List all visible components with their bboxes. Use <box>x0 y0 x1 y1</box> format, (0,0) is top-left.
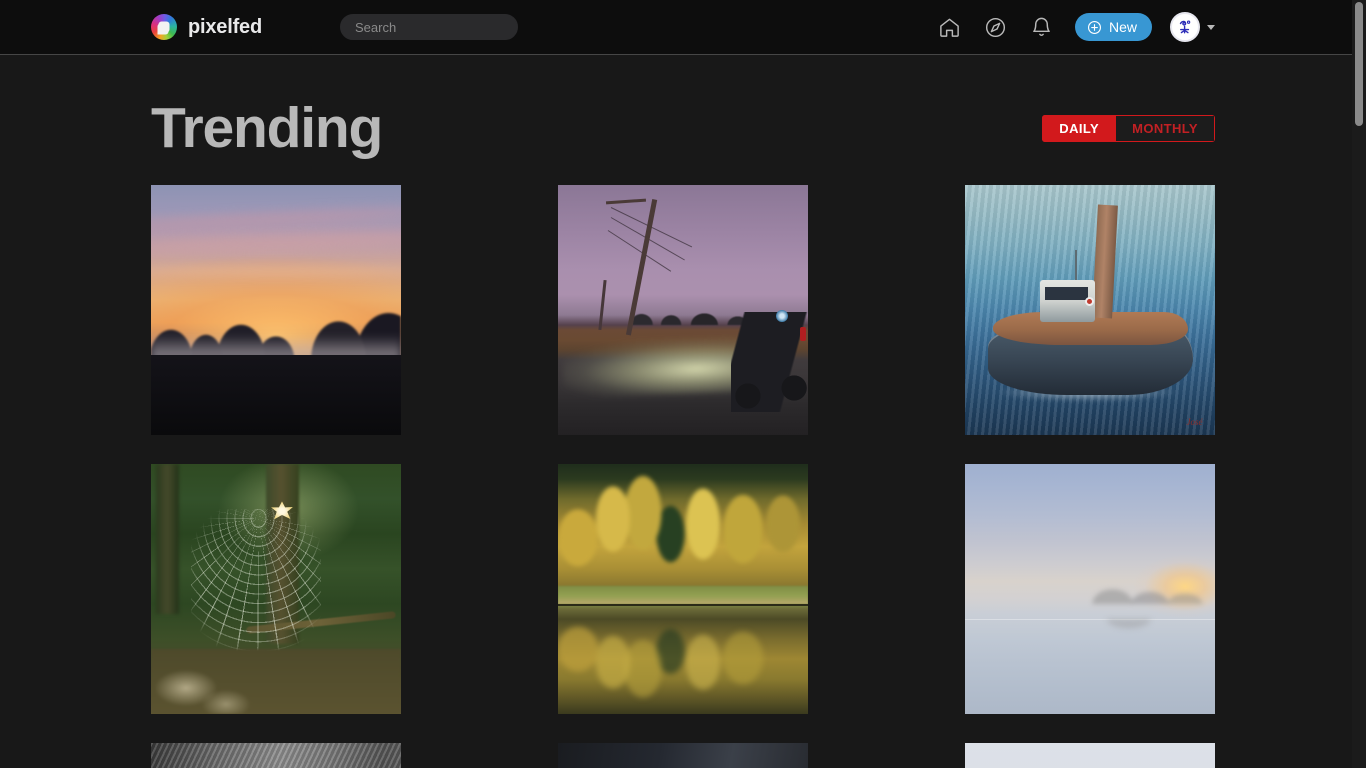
home-icon[interactable] <box>927 7 973 47</box>
bell-icon[interactable] <box>1019 7 1065 47</box>
artwork-signature: José <box>1186 417 1203 428</box>
trending-tile-5[interactable] <box>558 463 808 714</box>
avatar[interactable] <box>1170 12 1200 42</box>
pixelfed-logo-icon <box>151 14 177 40</box>
chevron-down-icon[interactable] <box>1207 24 1215 30</box>
trending-tile-3[interactable]: José <box>965 184 1215 435</box>
post-thumbnail-tugboat-painting: José <box>965 184 1215 435</box>
post-thumbnail-dusk-road <box>558 184 808 435</box>
page-title: Trending <box>151 96 383 160</box>
range-toggle-group: DAILY MONTHLY <box>1042 115 1215 143</box>
new-post-button[interactable]: New <box>1074 13 1152 41</box>
post-thumbnail-dark-texture <box>558 742 808 768</box>
toggle-daily[interactable]: DAILY <box>1042 115 1117 143</box>
trending-tile-2[interactable] <box>558 184 808 435</box>
toggle-monthly[interactable]: MONTHLY <box>1116 115 1215 143</box>
top-navbar: pixelfed Search New <box>0 0 1366 55</box>
page-scrollbar[interactable] <box>1352 0 1366 768</box>
brand-link[interactable]: pixelfed <box>151 14 262 40</box>
page-header: Trending DAILY MONTHLY <box>151 55 1215 185</box>
trending-tile-6[interactable] <box>965 463 1215 714</box>
trending-grid: José <box>151 184 1215 768</box>
trending-tile-1[interactable] <box>151 184 401 435</box>
brand-name: pixelfed <box>188 15 262 38</box>
compass-icon[interactable] <box>973 7 1019 47</box>
post-thumbnail-misty-lake <box>965 463 1215 714</box>
plus-circle-icon <box>1087 20 1102 35</box>
post-thumbnail-spider-web <box>151 463 401 714</box>
user-avatar-icon <box>1172 14 1198 40</box>
post-thumbnail-sunrise <box>151 184 401 435</box>
trending-page: Trending DAILY MONTHLY José <box>143 55 1223 768</box>
nav-actions: New <box>927 7 1215 47</box>
post-thumbnail-autumn-lake <box>558 463 808 714</box>
trending-tile-9[interactable] <box>965 742 1215 768</box>
search-container <box>339 14 518 40</box>
account-menu[interactable] <box>1170 12 1215 42</box>
post-thumbnail-stone-texture <box>151 742 401 768</box>
trending-tile-8[interactable] <box>558 742 808 768</box>
search-input[interactable] <box>339 14 518 40</box>
post-thumbnail-pale-image <box>965 742 1215 768</box>
new-post-button-label: New <box>1108 19 1137 35</box>
trending-tile-7[interactable] <box>151 742 401 768</box>
trending-tile-4[interactable] <box>151 463 401 714</box>
scrollbar-thumb[interactable] <box>1355 2 1363 126</box>
